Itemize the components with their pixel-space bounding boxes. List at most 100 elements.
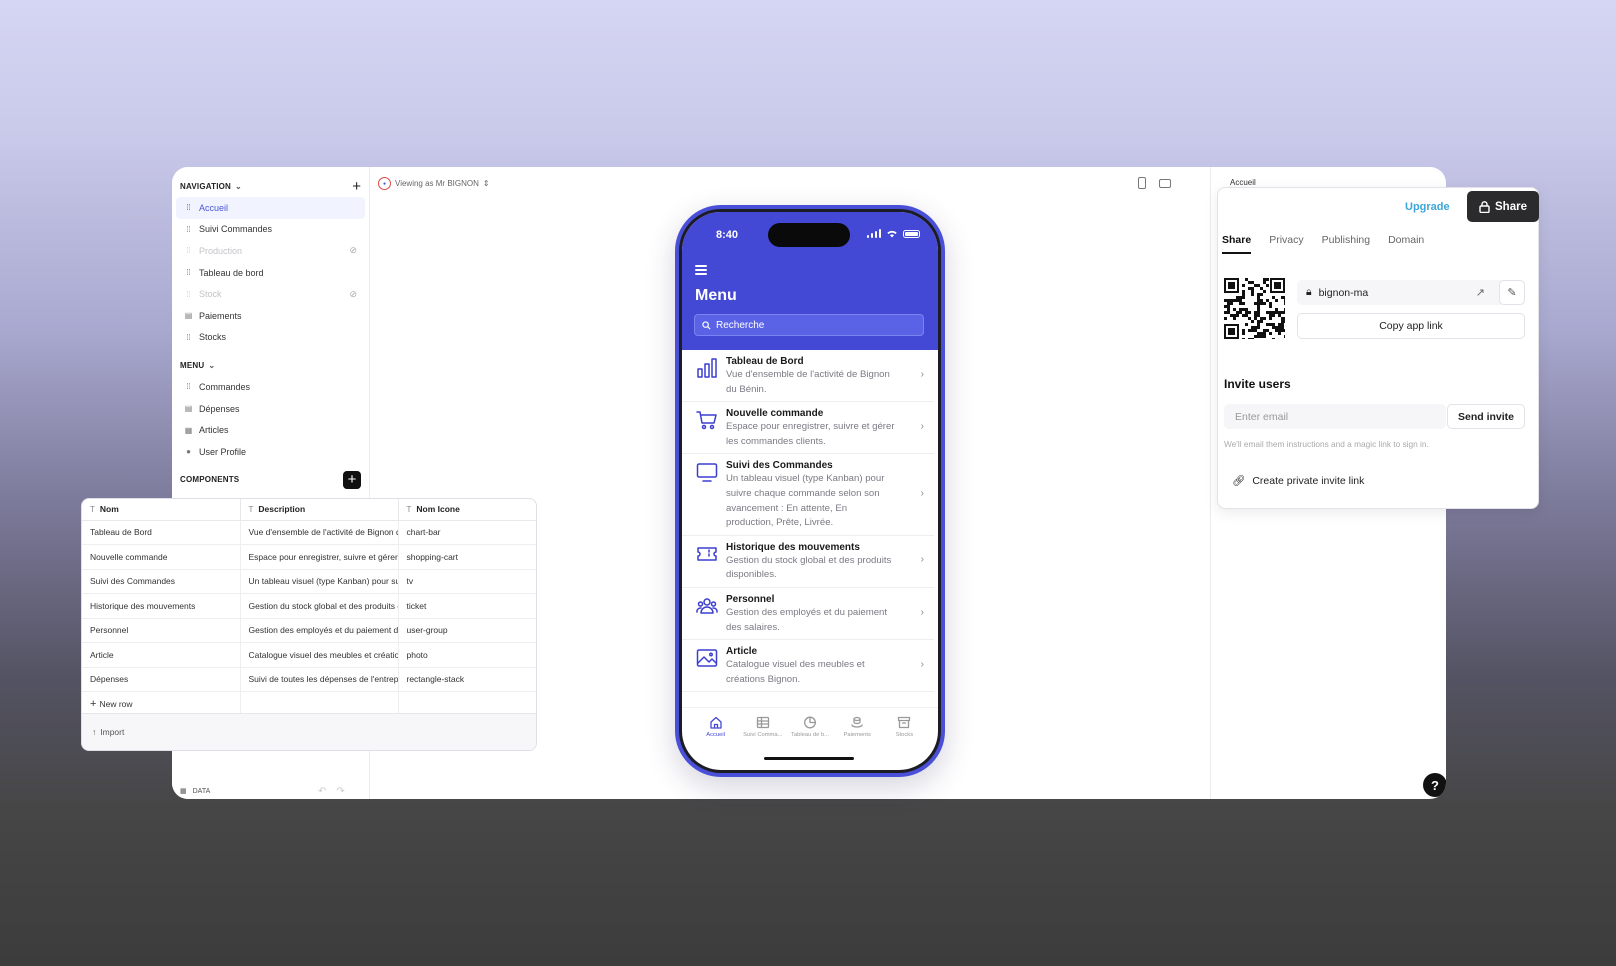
status-time: 8:40 (716, 229, 739, 241)
send-invite-button[interactable]: Send invite (1447, 404, 1525, 429)
table-cell[interactable]: Tableau de Bord (82, 520, 241, 545)
menu-section-header[interactable]: MENU ⌄ (172, 354, 369, 376)
list-item-text: Suivi des Commandes Un tableau visuel (ty… (726, 459, 896, 530)
share-button[interactable]: Share (1467, 191, 1539, 222)
import-button[interactable]: ↑ Import (82, 713, 536, 750)
help-button[interactable]: ? (1423, 773, 1446, 797)
menu-item[interactable]: ▤ Dépenses (176, 398, 365, 420)
upgrade-link[interactable]: Upgrade (1405, 201, 1450, 213)
external-link-icon[interactable]: ↗ (1476, 286, 1485, 299)
hamburger-icon[interactable] (695, 265, 707, 277)
table-row: Nouvelle commande Espace pour enregistrer… (82, 544, 536, 570)
table-cell[interactable]: Un tableau visuel (type Kanban) pour sui… (240, 569, 399, 594)
sidebar-item[interactable]: ⁞⁞ Production ⊘ (176, 240, 365, 262)
menu-list-item[interactable]: Article Catalogue visuel des meubles et c… (682, 640, 934, 693)
menu-item[interactable]: ● User Profile (176, 441, 365, 463)
column-header[interactable]: T Nom (82, 499, 241, 521)
list-item-description: Catalogue visuel des meubles et création… (726, 659, 865, 685)
photo-icon (696, 645, 726, 674)
search-placeholder: Recherche (716, 319, 765, 331)
table-cell[interactable]: rectangle-stack (398, 667, 536, 692)
tab-coins[interactable]: Paiements (834, 716, 881, 738)
column-header[interactable]: T Nom Icone (398, 499, 536, 521)
menu-list-item[interactable]: Tableau de Bord Vue d'ensemble de l'activ… (682, 350, 934, 403)
menu-list-item[interactable]: Suivi des Commandes Un tableau visuel (ty… (682, 454, 934, 536)
table-cell[interactable]: Catalogue visuel des meubles et création… (240, 642, 399, 668)
table-cell[interactable]: Article (82, 642, 241, 668)
tab-archive[interactable]: Stocks (881, 716, 928, 738)
eye-off-icon[interactable]: ⊘ (349, 289, 357, 300)
new-row[interactable]: + New row (82, 691, 536, 716)
sidebar-item[interactable]: ⁞⁞ Stock ⊘ (176, 283, 365, 305)
tab-publishing[interactable]: Publishing (1322, 234, 1370, 254)
list-item-text: Nouvelle commande Espace pour enregistrer… (726, 407, 896, 449)
desktop-device-icon[interactable] (1159, 179, 1171, 188)
tab-home[interactable]: Accueil (692, 716, 739, 738)
create-private-invite-link[interactable]: 🔗︎ Create private invite link (1232, 474, 1365, 488)
tab-domain[interactable]: Domain (1388, 234, 1424, 254)
chevron-right-icon: › (920, 487, 924, 499)
sidebar-item[interactable]: ▤ Paiements (176, 305, 365, 327)
sidebar-item[interactable]: ⁞⁞ Stocks (176, 327, 365, 349)
table-cell[interactable]: Gestion des employés et du paiement des … (240, 618, 399, 643)
table-cell[interactable]: shopping-cart (398, 544, 536, 570)
copy-app-link-button[interactable]: Copy app link (1297, 313, 1525, 339)
column-header[interactable]: T Description (240, 499, 399, 521)
new-row-button[interactable]: + New row (82, 691, 241, 716)
menu-list-item[interactable]: Historique des mouvements Gestion du stoc… (682, 536, 934, 588)
edit-url-button[interactable]: ✎ (1499, 280, 1525, 305)
sidebar-item[interactable]: ⁞⁞ Accueil (176, 197, 365, 219)
add-page-button[interactable]: + (352, 179, 361, 194)
column-header-label: Nom (99, 504, 119, 515)
app-url-field[interactable]: 🔒︎ bignon-ma ↗ (1297, 280, 1525, 305)
table-cell[interactable]: Nouvelle commande (82, 544, 241, 570)
table-cell[interactable]: Suivi des Commandes (82, 569, 241, 594)
undo-icon[interactable]: ↶ (318, 786, 326, 797)
tab-privacy[interactable]: Privacy (1269, 234, 1303, 254)
tab-table[interactable]: Suivi Comma... (739, 716, 786, 738)
menu-list-item[interactable]: Nouvelle commande Espace pour enregistrer… (682, 402, 934, 455)
tab-pie[interactable]: Tableau de b... (786, 716, 833, 738)
share-tabs: Share Privacy Publishing Domain (1222, 234, 1424, 254)
list-item-text: Article Catalogue visuel des meubles et c… (726, 645, 896, 687)
email-input[interactable] (1224, 404, 1446, 429)
tab-label: Tableau de b... (790, 732, 830, 738)
ticket-icon (696, 541, 726, 570)
qr-code (1224, 278, 1285, 339)
table-cell[interactable]: ticket (398, 593, 536, 619)
sidebar-item[interactable]: ⁞⁞ Suivi Commandes (176, 219, 365, 241)
tab-share[interactable]: Share (1222, 234, 1252, 254)
chevron-right-icon: › (920, 658, 924, 670)
table-cell[interactable]: user-group (398, 618, 536, 643)
sidebar-item-label: Stocks (199, 332, 227, 343)
redo-icon[interactable]: ↷ (336, 786, 344, 797)
table-cell[interactable]: chart-bar (398, 520, 536, 545)
add-component-button[interactable]: + (343, 470, 361, 489)
sidebar-item[interactable]: ⁞⁞ Tableau de bord (176, 262, 365, 284)
phone-search-input[interactable]: Recherche (694, 314, 924, 336)
table-cell[interactable]: tv (398, 569, 536, 594)
menu-item[interactable]: ⁞⁞ Commandes (176, 376, 365, 398)
dots-icon: ⁞⁞ (186, 382, 191, 392)
table-cell[interactable]: Gestion du stock global et des produits … (240, 593, 399, 619)
table-cell[interactable]: Personnel (82, 618, 241, 643)
table-cell[interactable]: Dépenses (82, 667, 241, 692)
phone-preview: 8:40 Menu Recherche Tableau de Bord Vue d… (675, 205, 945, 777)
menu-list-item[interactable]: Personnel Gestion des employés et du paie… (682, 588, 934, 641)
table-cell[interactable]: Historique des mouvements (82, 593, 241, 619)
table-cell[interactable]: Vue d'ensemble de l'activité de Bignon d… (240, 520, 399, 545)
table-cell[interactable]: Suivi de toutes les dépenses de l'entrep… (240, 667, 399, 692)
menu-list: ⁞⁞ Commandes ▤ Dépenses ▦ Articles ● User Profi… (172, 376, 369, 462)
table-cell[interactable]: photo (398, 642, 536, 668)
menu-item[interactable]: ▦ Articles (176, 419, 365, 441)
mobile-device-icon[interactable] (1138, 177, 1146, 189)
eye-off-icon[interactable]: ⊘ (349, 245, 357, 256)
archive-icon (881, 716, 928, 729)
viewing-as-selector[interactable]: ● Viewing as Mr BIGNON ⇕ (378, 177, 490, 190)
shopping-cart-icon (696, 407, 726, 436)
data-tab[interactable]: ▦ DATA (180, 787, 210, 796)
list-item-text: Historique des mouvements Gestion du stoc… (726, 541, 896, 583)
private-link-label: Create private invite link (1252, 474, 1365, 487)
navigation-section-header[interactable]: NAVIGATION ⌄ + (172, 175, 369, 197)
table-cell[interactable]: Espace pour enregistrer, suivre et gérer… (240, 544, 399, 570)
